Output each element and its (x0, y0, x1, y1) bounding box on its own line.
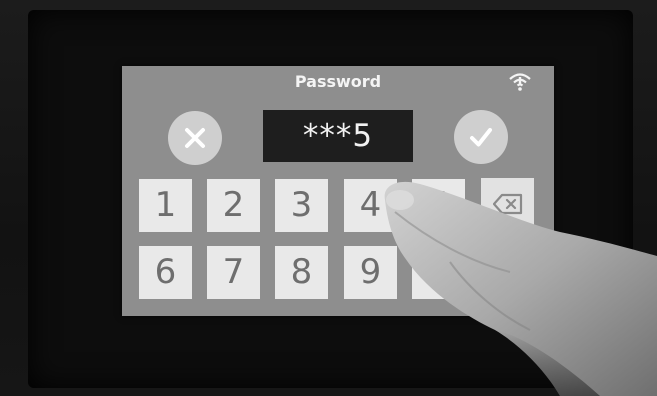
cancel-button[interactable] (168, 111, 222, 165)
key-9[interactable]: 9 (344, 246, 397, 299)
key-1[interactable]: 1 (139, 179, 192, 232)
key-5[interactable]: 5 (412, 179, 465, 232)
backspace-icon (493, 193, 523, 215)
backspace-button[interactable] (481, 178, 534, 231)
key-0[interactable]: 0 (412, 246, 465, 299)
touch-screen: Password ***5 1 2 3 4 5 6 7 8 9 0 (122, 66, 554, 316)
key-6[interactable]: 6 (139, 246, 192, 299)
checkmark-icon (470, 128, 492, 147)
page-title: Password (294, 72, 382, 91)
wifi-icon (509, 73, 531, 91)
key-4[interactable]: 4 (344, 179, 397, 232)
confirm-button[interactable] (454, 110, 508, 164)
key-7[interactable]: 7 (207, 246, 260, 299)
key-8[interactable]: 8 (275, 246, 328, 299)
close-icon (185, 128, 205, 148)
key-2[interactable]: 2 (207, 179, 260, 232)
key-3[interactable]: 3 (275, 179, 328, 232)
password-field[interactable]: ***5 (263, 110, 413, 162)
